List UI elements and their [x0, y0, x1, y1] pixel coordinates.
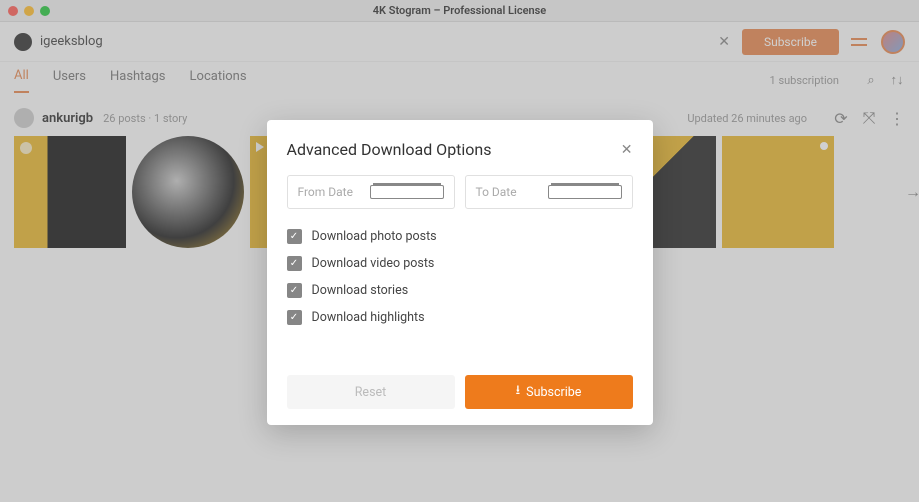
subscribe-button-modal[interactable]: ⭳ Subscribe [465, 375, 633, 409]
checkbox-checked-icon: ✓ [287, 256, 302, 271]
calendar-icon [370, 185, 444, 199]
from-date-input[interactable]: From Date [287, 175, 455, 209]
reset-button[interactable]: Reset [287, 375, 455, 409]
checkbox-row[interactable]: ✓ Download stories [287, 283, 633, 298]
download-icon: ⭳ [516, 381, 521, 403]
calendar-icon [548, 185, 622, 199]
checkbox-label: Download stories [312, 283, 409, 298]
close-icon[interactable]: ✕ [621, 142, 633, 158]
to-date-input[interactable]: To Date [465, 175, 633, 209]
checkbox-label: Download video posts [312, 256, 435, 271]
checkbox-row[interactable]: ✓ Download video posts [287, 256, 633, 271]
checkbox-row[interactable]: ✓ Download highlights [287, 310, 633, 325]
advanced-download-modal: Advanced Download Options ✕ From Date To… [267, 120, 653, 425]
from-date-placeholder: From Date [298, 185, 370, 199]
checkbox-checked-icon: ✓ [287, 229, 302, 244]
checkbox-row[interactable]: ✓ Download photo posts [287, 229, 633, 244]
checkbox-checked-icon: ✓ [287, 283, 302, 298]
modal-overlay: Advanced Download Options ✕ From Date To… [0, 0, 919, 502]
checkbox-label: Download highlights [312, 310, 425, 325]
checkbox-label: Download photo posts [312, 229, 437, 244]
subscribe-button-label: Subscribe [526, 385, 581, 400]
checkbox-checked-icon: ✓ [287, 310, 302, 325]
to-date-placeholder: To Date [476, 185, 548, 199]
modal-title: Advanced Download Options [287, 140, 621, 159]
